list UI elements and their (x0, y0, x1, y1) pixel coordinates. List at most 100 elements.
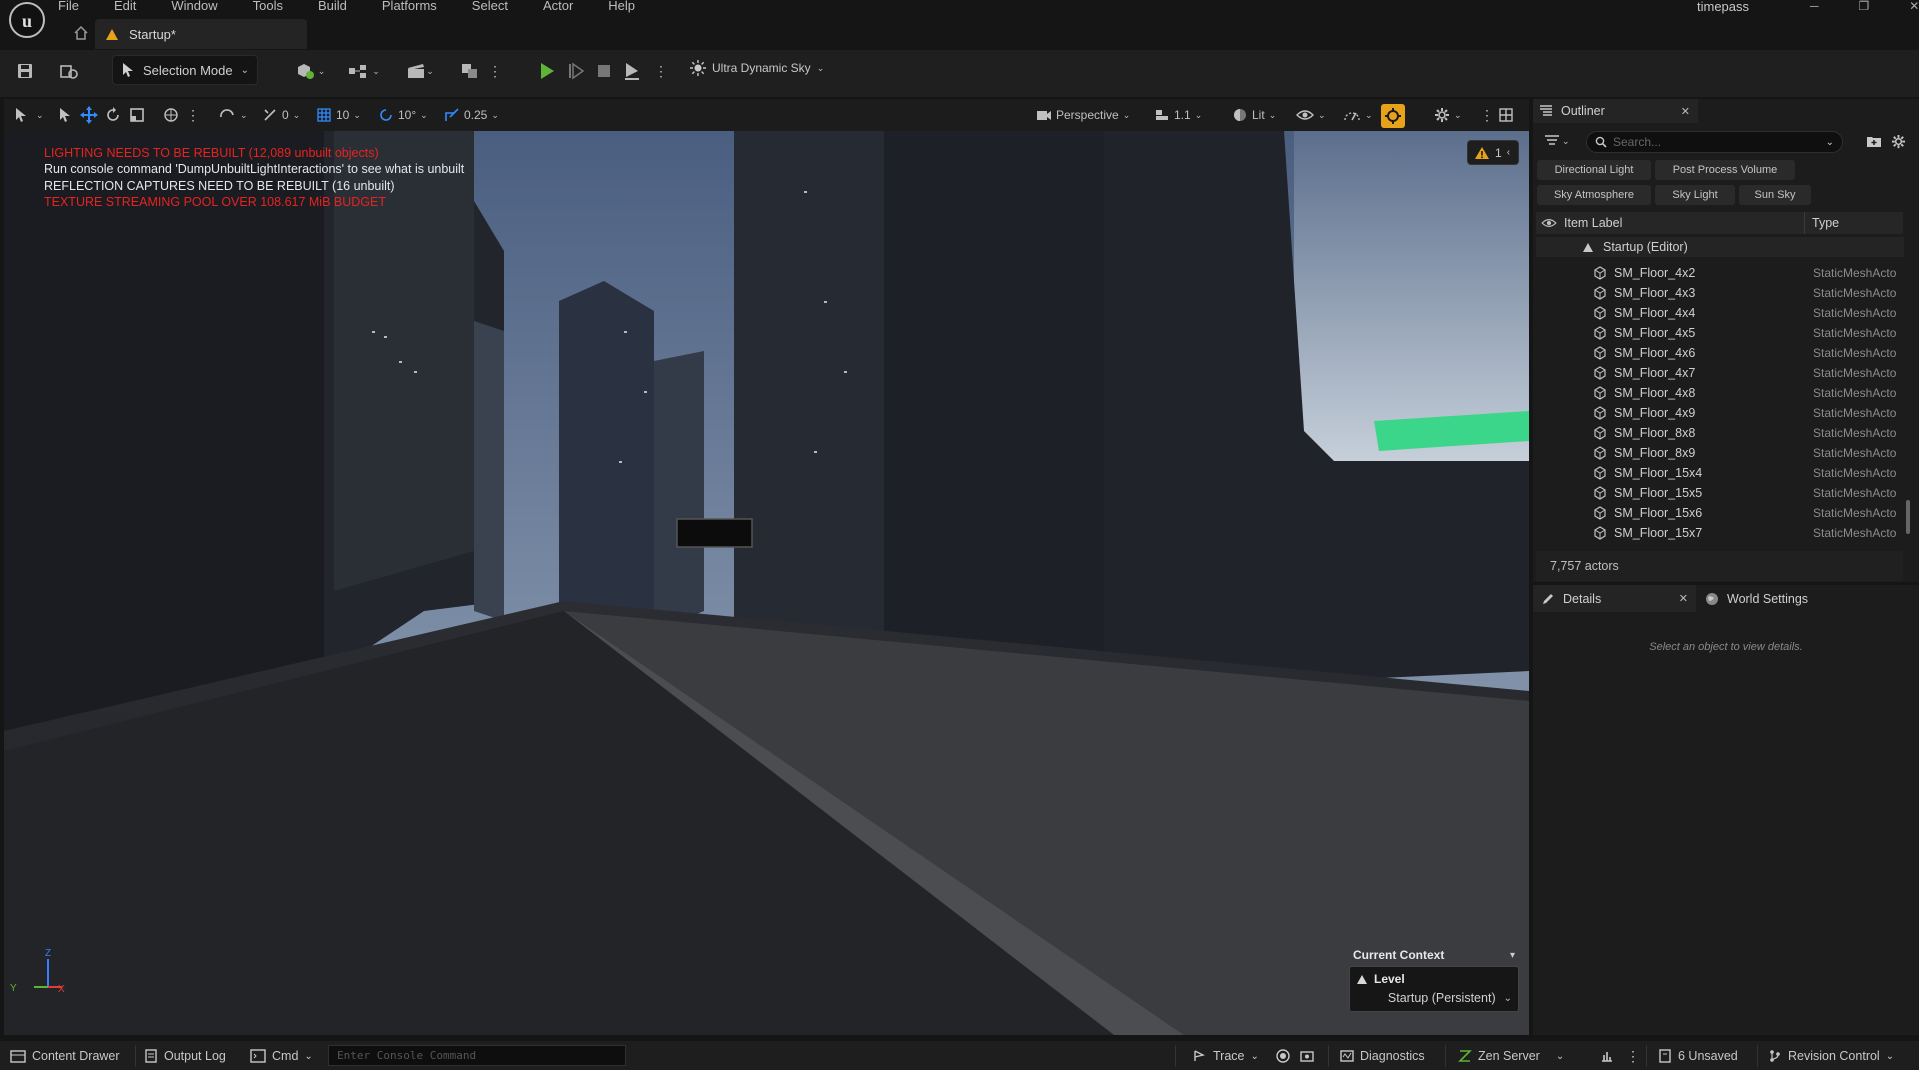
minimize-icon[interactable]: ─ (1810, 0, 1819, 12)
column-type[interactable]: Type (1812, 216, 1839, 230)
camera-speed-dropdown[interactable]: 1.1 ⌄ (1154, 104, 1202, 126)
restore-icon[interactable]: ❐ (1859, 0, 1870, 12)
perspective-dropdown[interactable]: Perspective ⌄ (1036, 104, 1130, 126)
menu-build[interactable]: Build (318, 0, 347, 12)
screenshot-icon[interactable] (1300, 1047, 1314, 1065)
outliner-row[interactable]: SM_Floor_15x4 StaticMeshActo (1536, 463, 1904, 483)
home-icon[interactable] (72, 24, 92, 44)
menu-actor[interactable]: Actor (543, 0, 573, 12)
unreal-logo-icon[interactable]: u (4, 0, 50, 44)
tab-outliner[interactable]: Outliner ✕ (1533, 99, 1698, 123)
grid-snap-dropdown[interactable]: 10 ⌄ (316, 104, 361, 126)
show-flags-dropdown[interactable]: ⌄ (1296, 104, 1326, 126)
outliner-row[interactable]: SM_Floor_4x6 StaticMeshActo (1536, 343, 1904, 363)
close-window-icon[interactable]: ✕ (1909, 0, 1919, 12)
outliner-scrollbar[interactable] (1906, 500, 1910, 534)
outliner-settings-icon[interactable] (1891, 134, 1906, 152)
tab-world-settings[interactable]: World Settings (1697, 585, 1919, 612)
add-actor-button[interactable]: ⌄ (292, 60, 328, 82)
blueprint-button[interactable]: ⌄ (346, 60, 382, 82)
lit-dropdown[interactable]: Lit ⌄ (1232, 104, 1276, 126)
tab-details[interactable]: Details ✕ (1533, 585, 1696, 612)
outliner-filter-dropdown[interactable]: ⌄ (1544, 134, 1570, 148)
outliner-row[interactable]: SM_Floor_15x5 StaticMeshActo (1536, 483, 1904, 503)
cmd-dropdown[interactable]: Cmd ⌄ (250, 1047, 313, 1065)
content-drawer-button[interactable]: Content Drawer (10, 1047, 120, 1065)
outliner-root-row[interactable]: Startup (Editor) (1536, 237, 1904, 257)
close-icon[interactable]: ✕ (1679, 592, 1688, 605)
source-control-icon[interactable] (1600, 1047, 1614, 1065)
diagnostics-button[interactable]: Diagnostics (1340, 1047, 1425, 1065)
filter-sky-atmosphere[interactable]: Sky Atmosphere (1537, 185, 1651, 205)
viewport-more-icon[interactable]: ⋮ (186, 104, 200, 126)
filter-sun-sky[interactable]: Sun Sky (1739, 185, 1811, 205)
level-select[interactable]: Startup (Persistent) ⌄ (1356, 988, 1512, 1008)
outliner-row[interactable]: SM_Floor_8x8 StaticMeshActo (1536, 423, 1904, 443)
ultra-dynamic-sky-button[interactable]: Ultra Dynamic Sky ⌄ (690, 60, 824, 76)
menu-select[interactable]: Select (472, 0, 508, 12)
cinematics-button[interactable]: ⌄ (402, 60, 438, 82)
select-arrow-icon[interactable] (58, 104, 72, 126)
world-space-icon[interactable] (163, 104, 179, 126)
outliner-row[interactable]: SM_Floor_4x2 StaticMeshActo (1536, 263, 1904, 283)
trace-dropdown[interactable]: Trace ⌄ (1193, 1047, 1259, 1065)
outliner-row[interactable]: SM_Floor_4x3 StaticMeshActo (1536, 283, 1904, 303)
chevron-down-icon[interactable]: ▾ (1510, 950, 1515, 961)
outliner-row[interactable]: SM_Floor_15x6 StaticMeshActo (1536, 503, 1904, 523)
filter-sky-light[interactable]: Sky Light (1655, 185, 1735, 205)
menu-file[interactable]: File (58, 0, 79, 12)
close-icon[interactable]: ✕ (1681, 105, 1690, 118)
zen-server-dropdown[interactable]: Zen Server ⌄ (1458, 1047, 1564, 1065)
outliner-row[interactable]: SM_Floor_4x7 StaticMeshActo (1536, 363, 1904, 383)
tab-startup-level[interactable]: Startup* (95, 19, 307, 49)
content-browse-icon[interactable] (58, 60, 80, 82)
unsaved-button[interactable]: 6 Unsaved (1658, 1047, 1738, 1065)
menu-help[interactable]: Help (608, 0, 635, 12)
play-button[interactable] (535, 59, 559, 83)
output-log-button[interactable]: Output Log (144, 1047, 226, 1065)
record-icon[interactable] (1276, 1047, 1290, 1065)
platforms-button[interactable] (458, 60, 482, 82)
surface-snap-dropdown[interactable]: ⌄ (218, 104, 248, 126)
outliner-row[interactable]: SM_Floor_8x9 StaticMeshActo (1536, 443, 1904, 463)
move-tool-icon[interactable] (80, 104, 98, 126)
advance-frame-button[interactable] (564, 59, 588, 83)
eject-button[interactable] (620, 59, 644, 83)
outliner-row[interactable]: SM_Floor_4x4 StaticMeshActo (1536, 303, 1904, 323)
toolbar-more-icon[interactable]: ⋮ (488, 60, 502, 82)
outliner-search-input[interactable]: Search... ⌄ (1586, 131, 1843, 153)
viewport-options-icon[interactable]: ⋮ (1480, 104, 1494, 126)
snapping-toggle-button[interactable] (1381, 104, 1405, 128)
menu-window[interactable]: Window (171, 0, 217, 12)
menu-tools[interactable]: Tools (253, 0, 283, 12)
transform-mode-dropdown[interactable]: ⌄ (14, 104, 44, 126)
scale-tool-icon[interactable] (129, 104, 145, 126)
outliner-row[interactable]: SM_Floor_4x9 StaticMeshActo (1536, 403, 1904, 423)
outliner-row[interactable]: SM_Floor_15x7 StaticMeshActo (1536, 523, 1904, 543)
status-more-icon[interactable]: ⋮ (1626, 1047, 1640, 1065)
filter-post-process-volume[interactable]: Post Process Volume (1655, 160, 1795, 180)
filter-directional-light[interactable]: Directional Light (1537, 160, 1651, 180)
visibility-eye-icon[interactable] (1541, 217, 1557, 229)
stop-button[interactable] (592, 59, 616, 83)
console-command-input[interactable]: Enter Console Command (328, 1045, 626, 1066)
scale-snap-dropdown[interactable]: 0.25 ⌄ (444, 104, 499, 126)
menu-platforms[interactable]: Platforms (382, 0, 437, 12)
realtime-dropdown[interactable]: ⌄ (1343, 104, 1373, 126)
viewport-warning-badge[interactable]: 1 ‹ (1467, 140, 1519, 165)
menu-edit[interactable]: Edit (114, 0, 136, 12)
viewport-settings-dropdown[interactable]: ⌄ (1434, 104, 1462, 126)
revision-control-dropdown[interactable]: Revision Control ⌄ (1768, 1047, 1894, 1065)
column-item-label[interactable]: Item Label (1564, 216, 1622, 230)
save-icon[interactable] (14, 60, 36, 82)
rotate-tool-icon[interactable] (105, 104, 121, 126)
rotation-snap-dropdown[interactable]: 0 ⌄ (262, 104, 300, 126)
add-folder-icon[interactable] (1866, 134, 1882, 151)
column-divider[interactable] (1804, 212, 1805, 234)
level-viewport[interactable]: LIGHTING NEEDS TO BE REBUILT (12,089 unb… (4, 131, 1529, 1035)
viewport-layout-icon[interactable] (1498, 104, 1514, 126)
outliner-row[interactable]: SM_Floor_4x5 StaticMeshActo (1536, 323, 1904, 343)
play-options-icon[interactable]: ⋮ (654, 59, 668, 83)
selection-mode-dropdown[interactable]: Selection Mode ⌄ (112, 55, 258, 85)
angle-snap-dropdown[interactable]: 10° ⌄ (378, 104, 428, 126)
